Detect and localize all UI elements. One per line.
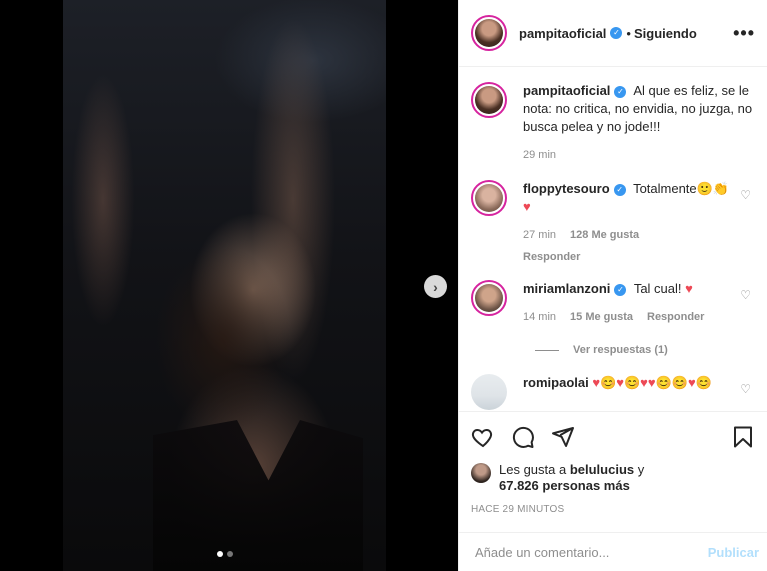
- comment-username[interactable]: floppytesouro: [523, 181, 610, 196]
- verified-badge-icon: ✓: [610, 27, 623, 39]
- verified-badge-icon: ✓: [613, 183, 626, 196]
- share-icon[interactable]: [551, 425, 575, 449]
- reply-button[interactable]: Responder: [523, 248, 580, 266]
- comment-username[interactable]: romipaolai: [523, 375, 589, 390]
- comment-text: ♥😊♥😊♥♥😊😊♥😊: [592, 375, 712, 390]
- view-replies-button[interactable]: Ver respuestas (1): [535, 344, 755, 356]
- comment-avatar[interactable]: [471, 180, 507, 216]
- comment-item: romipaolai ♥😊♥😊♥♥😊😊♥😊 ♡: [471, 374, 755, 410]
- red-heart-emoji: ♥: [523, 199, 531, 214]
- following-button[interactable]: Siguiendo: [634, 26, 697, 41]
- bookmark-icon[interactable]: [731, 425, 755, 449]
- comment-icon[interactable]: [511, 425, 535, 449]
- more-options-icon[interactable]: •••: [733, 23, 755, 44]
- comment-text: Tal cual!: [633, 281, 682, 296]
- publish-button[interactable]: Publicar: [708, 545, 759, 560]
- comment-like-heart-icon[interactable]: ♡: [740, 382, 751, 396]
- add-comment-bar: Publicar: [459, 532, 767, 571]
- comment-like-heart-icon[interactable]: ♡: [740, 188, 751, 202]
- comment-input[interactable]: [475, 544, 708, 560]
- comment-avatar[interactable]: [471, 280, 507, 316]
- carousel-next-button[interactable]: ›: [424, 275, 447, 298]
- comment-text: Totalmente🙂👏: [633, 181, 730, 196]
- post-actions: Les gusta a belulucius y 67.826 personas…: [459, 411, 767, 532]
- heart-icon[interactable]: [471, 425, 495, 449]
- post-side-panel: pampitaoficial ✓ • Siguiendo ••• pampita…: [458, 0, 767, 571]
- post-timestamp[interactable]: HACE 29 MINUTOS: [471, 504, 755, 515]
- post-photo[interactable]: [63, 0, 386, 571]
- comments-list[interactable]: pampitaoficial ✓ Al que es feliz, se le n…: [459, 68, 767, 411]
- caption: pampitaoficial ✓ Al que es feliz, se le n…: [471, 82, 755, 164]
- author-username[interactable]: pampitaoficial: [519, 26, 606, 41]
- comment-time[interactable]: 27 min: [523, 226, 556, 244]
- view-replies-label: Ver respuestas (1): [573, 344, 668, 356]
- carousel-dots: [63, 551, 386, 557]
- likes-summary: Les gusta a belulucius y 67.826 personas…: [471, 462, 755, 494]
- liker-username[interactable]: belulucius: [570, 462, 634, 477]
- caption-time[interactable]: 29 min: [523, 146, 556, 164]
- comment-username[interactable]: miriamlanzoni: [523, 281, 610, 296]
- comment-item: floppytesouro ✓ Totalmente🙂👏 ♥ 27 min 128…: [471, 180, 755, 266]
- replies-line: [535, 349, 559, 351]
- comment-likes[interactable]: 15 Me gusta: [570, 308, 633, 326]
- action-icons: [471, 424, 755, 450]
- carousel-dot-1: [216, 551, 223, 557]
- caption-username[interactable]: pampitaoficial: [523, 83, 610, 98]
- likes-prefix: Les gusta a: [499, 462, 570, 477]
- red-heart-emoji: ♥: [685, 281, 693, 296]
- post-header: pampitaoficial ✓ • Siguiendo •••: [459, 0, 767, 67]
- liker-avatar[interactable]: [471, 463, 491, 483]
- chevron-right-icon: ›: [433, 278, 438, 295]
- header-separator: •: [626, 25, 631, 41]
- likes-suffix: y: [634, 462, 645, 477]
- carousel-dot-2: [226, 551, 233, 557]
- comment-time[interactable]: 14 min: [523, 308, 556, 326]
- comment-like-heart-icon[interactable]: ♡: [740, 288, 751, 302]
- reply-button[interactable]: Responder: [647, 308, 704, 326]
- caption-avatar[interactable]: [471, 82, 507, 118]
- author-avatar[interactable]: [471, 15, 507, 51]
- comment-likes[interactable]: 128 Me gusta: [570, 226, 639, 244]
- verified-badge-icon: ✓: [614, 85, 627, 98]
- comment-item: miriamlanzoni ✓ Tal cual! ♥ 14 min 15 Me …: [471, 280, 755, 326]
- comment-avatar[interactable]: [471, 374, 507, 410]
- verified-badge-icon: ✓: [614, 283, 627, 296]
- likes-count[interactable]: 67.826 personas más: [499, 478, 630, 493]
